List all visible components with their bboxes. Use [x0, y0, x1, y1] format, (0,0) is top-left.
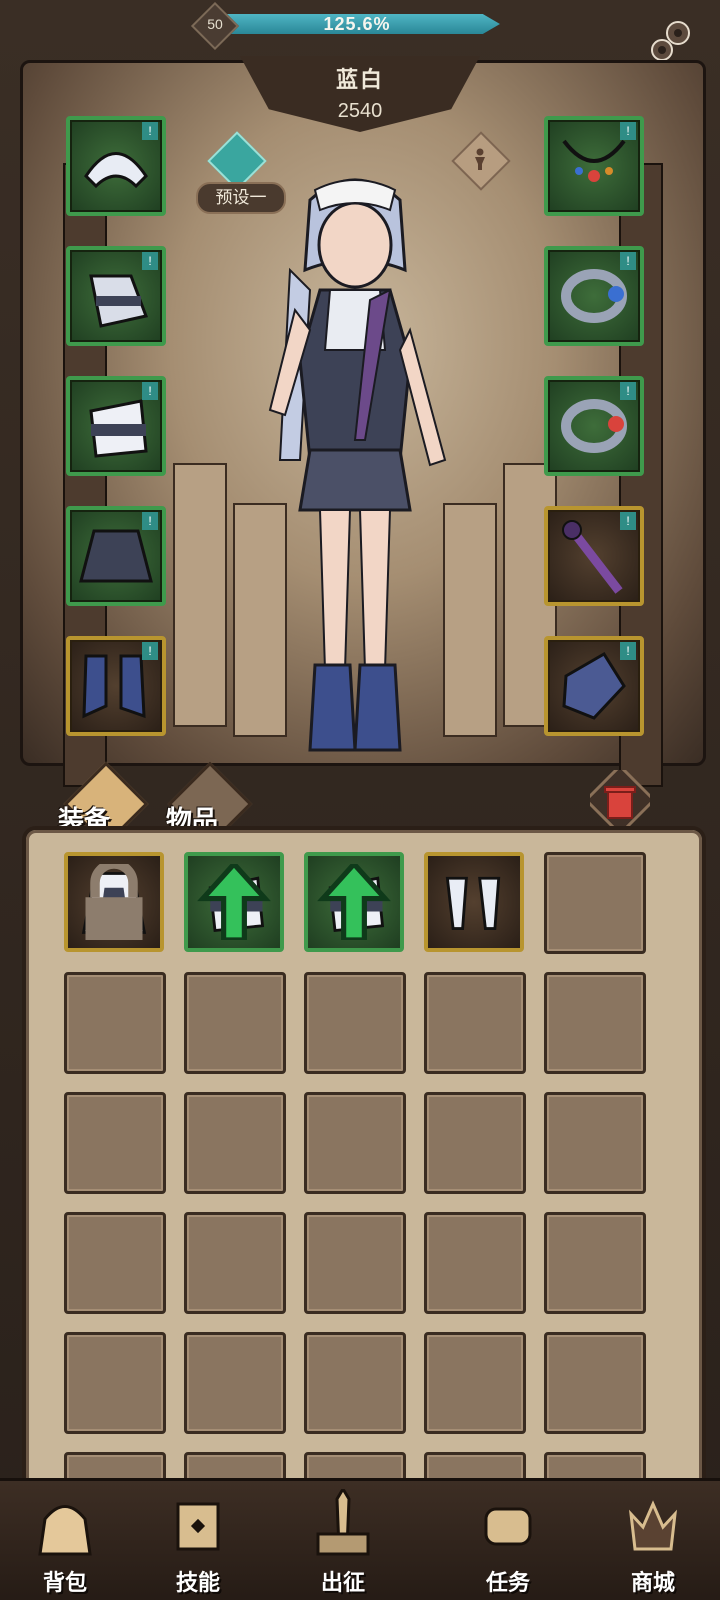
bag-slot-empty[interactable]: [184, 972, 286, 1074]
backpack-icon: [38, 1505, 92, 1556]
nav-item-0[interactable]: 背包: [10, 1481, 120, 1600]
bag-item-heels[interactable]: [424, 852, 524, 952]
shop-crown-icon: [628, 1500, 678, 1551]
bag-slot-empty[interactable]: [64, 1092, 166, 1194]
expedition-sword-icon: [316, 1489, 370, 1556]
equip-slot-ring-2[interactable]: !: [544, 376, 644, 476]
equip-slot-ring-1[interactable]: !: [544, 246, 644, 346]
upgrade-arrow-icon: [197, 864, 271, 940]
equip-slot-gloves[interactable]: !: [66, 246, 166, 346]
upgrade-arrow-icon: [317, 864, 391, 940]
bag-slot-empty[interactable]: [184, 1332, 286, 1434]
quest-scroll-icon: [484, 1507, 532, 1546]
nav-item-3[interactable]: 任务: [453, 1481, 563, 1600]
level-number: 50: [207, 16, 223, 32]
slot-info-tag: !: [620, 382, 636, 400]
character-power: 2540: [337, 100, 383, 122]
equip-slot-skirt[interactable]: !: [66, 506, 166, 606]
female-icon: [475, 148, 485, 170]
settings-gear-icon[interactable]: [648, 18, 694, 64]
nav-label: 出征: [320, 1570, 365, 1595]
bag-slot-empty[interactable]: [424, 972, 526, 1074]
bag-item-armband[interactable]: [304, 852, 404, 952]
slot-info-tag: !: [142, 382, 158, 400]
equip-slot-headwear[interactable]: !: [66, 116, 166, 216]
lock-icon: [85, 864, 143, 940]
slot-info-tag: !: [620, 252, 636, 270]
equip-slot-armband[interactable]: !: [66, 376, 166, 476]
nav-label: 商城: [630, 1570, 675, 1595]
xp-bar: 125.6% 50: [190, 1, 504, 51]
bag-slot-empty[interactable]: [544, 852, 646, 954]
bag-slot-empty[interactable]: [304, 1332, 406, 1434]
trash-icon[interactable]: [590, 770, 650, 830]
nav-label: 任务: [485, 1570, 530, 1595]
plank: [173, 463, 227, 727]
character-illustration: [268, 178, 447, 752]
bag-slot-empty[interactable]: [64, 1212, 166, 1314]
bag-slot-empty[interactable]: [544, 1092, 646, 1194]
game-screen: { "header": { "level": "50", "xp_percent…: [0, 0, 720, 1600]
bag-slot-empty[interactable]: [184, 1092, 286, 1194]
slot-info-tag: !: [620, 122, 636, 140]
nav-item-2[interactable]: 出征: [288, 1481, 398, 1600]
equip-slot-staff[interactable]: !: [544, 506, 644, 606]
bag-slot-empty[interactable]: [304, 1212, 406, 1314]
bag-slot-empty[interactable]: [424, 1332, 526, 1434]
bag-item-maid-dress[interactable]: [64, 852, 164, 952]
nav-label: 背包: [42, 1570, 87, 1595]
bag-slot-empty[interactable]: [64, 1332, 166, 1434]
slot-info-tag: !: [620, 512, 636, 530]
equip-slot-offhand[interactable]: !: [544, 636, 644, 736]
bag-slot-empty[interactable]: [544, 1332, 646, 1434]
xp-percent: 125.6%: [323, 14, 391, 34]
slot-info-tag: !: [142, 642, 158, 660]
bag-slot-empty[interactable]: [424, 1092, 526, 1194]
slot-info-tag: !: [620, 642, 636, 660]
slot-info-tag: !: [142, 512, 158, 530]
bag-slot-empty[interactable]: [184, 1212, 286, 1314]
slot-info-tag: !: [142, 122, 158, 140]
bag-slot-empty[interactable]: [544, 1212, 646, 1314]
skill-book-icon: [176, 1502, 220, 1551]
slot-info-tag: !: [142, 252, 158, 270]
bag-slot-empty[interactable]: [424, 1212, 526, 1314]
bag-slot-empty[interactable]: [304, 972, 406, 1074]
equip-slot-boots[interactable]: !: [66, 636, 166, 736]
bag-item-armband[interactable]: [184, 852, 284, 952]
heels-icon: [445, 876, 501, 931]
equip-slot-necklace[interactable]: !: [544, 116, 644, 216]
character-name: 蓝白: [335, 67, 384, 92]
nav-item-4[interactable]: 商城: [598, 1481, 708, 1600]
bottom-nav: 背包 技能 出征 任务 商城: [0, 1478, 720, 1600]
nav-item-1[interactable]: 技能: [143, 1481, 253, 1600]
bag-slot-empty[interactable]: [544, 972, 646, 1074]
bag-slot-empty[interactable]: [64, 972, 166, 1074]
character-nameplate: 蓝白 2540: [240, 56, 480, 132]
nav-label: 技能: [175, 1570, 220, 1595]
bag-slot-empty[interactable]: [304, 1092, 406, 1194]
